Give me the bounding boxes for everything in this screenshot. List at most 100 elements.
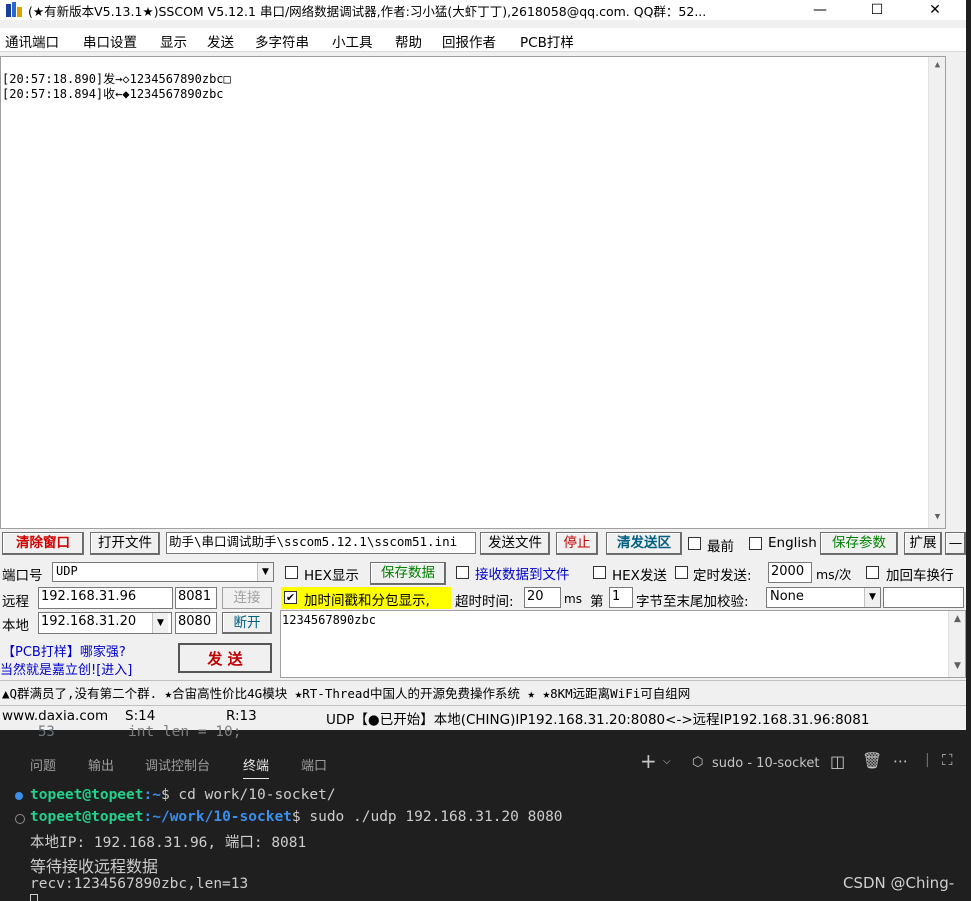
panel-tabs: 问题 输出 调试控制台 终端 端口: [0, 755, 971, 779]
timestamp-label: 加时间戳和分包显示,: [304, 593, 430, 609]
app-icon: [6, 2, 22, 17]
terminal-line: topeet@topeet:~/work/10-socket$ sudo ./u…: [30, 809, 563, 825]
scroll-up-icon[interactable]: ▲: [929, 60, 946, 70]
save-data-button[interactable]: 保存数据: [370, 562, 446, 585]
terminal-panel: 53 int len = 10; 问题 输出 调试控制台 终端 端口 + ⌵ ⬡…: [0, 724, 971, 901]
nth-field[interactable]: 1: [609, 587, 633, 608]
port-dropdown[interactable]: UDP ▼: [52, 562, 274, 582]
hex-send-checkbox[interactable]: [593, 566, 606, 579]
receive-area[interactable]: [20:57:18.890]发→◇1234567890zbc□ [20:57:1…: [0, 56, 946, 529]
stop-button[interactable]: 停止: [556, 532, 598, 555]
chevron-down-icon[interactable]: ▼: [152, 613, 168, 633]
recv-to-file-label: 接收数据到文件: [475, 567, 570, 583]
split-terminal-icon[interactable]: ◫: [830, 752, 845, 771]
disconnect-button[interactable]: 断开: [222, 612, 272, 634]
tab-terminal[interactable]: 终端: [243, 755, 270, 779]
remote-port-field[interactable]: 8081: [175, 587, 217, 609]
maximize-panel-icon[interactable]: ⛶: [942, 751, 953, 769]
tab-output[interactable]: 输出: [88, 755, 114, 774]
open-file-button[interactable]: 打开文件: [90, 532, 160, 555]
prompt-user: topeet@topeet: [30, 787, 144, 803]
timeout-field[interactable]: 20: [524, 587, 561, 608]
last-checkbox[interactable]: [688, 537, 701, 550]
local-port-field[interactable]: 8080: [175, 612, 217, 634]
crlf-checkbox[interactable]: [866, 566, 879, 579]
menu-bar: 通讯端口 串口设置 显示 发送 多字符串 小工具 帮助 回报作者 PCB打样: [0, 28, 966, 52]
command-running-dot-icon[interactable]: [15, 814, 25, 824]
recv-to-file-checkbox[interactable]: [456, 566, 469, 579]
menu-pcb[interactable]: PCB打样: [520, 31, 574, 51]
watermark: CSDN @Ching-: [843, 874, 955, 892]
pcb-ad-line1[interactable]: 【PCB打样】哪家强?: [2, 641, 126, 660]
tab-problems[interactable]: 问题: [30, 755, 56, 774]
remote-ip-field[interactable]: 192.168.31.96: [38, 587, 173, 609]
timestamp-option[interactable]: ✔ 加时间戳和分包显示,: [281, 587, 451, 609]
timed-send-checkbox[interactable]: [675, 566, 688, 579]
editor-line-number: 53: [38, 724, 55, 740]
english-checkbox[interactable]: [749, 537, 762, 550]
menu-send[interactable]: 发送: [207, 31, 234, 51]
tab-debug-console[interactable]: 调试控制台: [145, 755, 210, 774]
pcb-ad-line2[interactable]: 当然就是嘉立创![进入]: [0, 659, 132, 678]
interval-field[interactable]: 2000: [768, 562, 812, 583]
close-button[interactable]: ✕: [910, 0, 960, 20]
port-label: 端口号: [2, 568, 43, 584]
scroll-down-icon[interactable]: ▼: [929, 512, 946, 522]
save-params-button[interactable]: 保存参数: [820, 532, 898, 555]
scroll-up-icon[interactable]: ▲: [949, 614, 966, 624]
hex-display-checkbox[interactable]: [285, 566, 298, 579]
scroll-down-icon[interactable]: ▼: [949, 661, 966, 671]
prompt-user: topeet@topeet: [30, 809, 144, 825]
file-path-field[interactable]: 助手\串口调试助手\sscom5.12.1\sscom51.ini: [166, 532, 476, 554]
trash-icon[interactable]: 🗑: [862, 751, 882, 770]
clear-send-button[interactable]: 清发送区: [606, 532, 682, 555]
tab-ports[interactable]: 端口: [301, 755, 327, 774]
byte-to-end-label: 字节至末尾加校验:: [636, 594, 749, 610]
checksum-extra-field[interactable]: [883, 587, 964, 608]
add-terminal-icon[interactable]: +: [640, 749, 657, 773]
menu-multi-string[interactable]: 多字符串: [255, 31, 309, 51]
expand-button[interactable]: 扩展: [904, 532, 942, 555]
log-line: [20:57:18.890]发→◇1234567890zbc□: [2, 72, 231, 86]
chevron-down-icon[interactable]: ▼: [257, 563, 273, 581]
menu-help[interactable]: 帮助: [395, 31, 422, 51]
ticker-text[interactable]: ▲Q群满员了,没有第二个群. ★合宙高性价比4G模块 ★RT-Thread中国人…: [2, 683, 690, 702]
more-actions-icon[interactable]: ⋯: [893, 752, 908, 770]
menu-serial-settings[interactable]: 串口设置: [83, 31, 137, 51]
send-scrollbar[interactable]: ▲ ▼: [948, 611, 965, 677]
receive-scrollbar[interactable]: ▲ ▼: [928, 57, 945, 528]
collapse-button[interactable]: —: [945, 532, 966, 555]
status-recv: R:13: [226, 708, 257, 724]
status-site[interactable]: www.daxia.com: [2, 708, 108, 724]
send-file-button[interactable]: 发送文件: [480, 532, 550, 555]
maximize-button[interactable]: ☐: [852, 0, 902, 20]
checksum-dropdown[interactable]: None ▼: [766, 587, 881, 608]
timestamp-checkbox[interactable]: ✔: [284, 591, 297, 604]
chevron-down-icon[interactable]: ⌵: [663, 756, 671, 767]
divider-icon: |: [925, 752, 930, 768]
local-ip-value: 192.168.31.20: [41, 614, 137, 629]
terminal-session-name[interactable]: sudo - 10-socket: [712, 756, 819, 771]
status-sent: S:14: [125, 708, 156, 724]
send-text: 1234567890zbc: [282, 613, 376, 627]
remote-label: 远程: [2, 594, 29, 610]
title-bar: (★有新版本V5.13.1★)SSCOM V5.12.1 串口/网络数据调试器,…: [0, 0, 966, 20]
command-success-dot-icon[interactable]: [15, 792, 23, 800]
prompt-path: :~: [143, 787, 161, 803]
menu-display[interactable]: 显示: [160, 31, 187, 51]
send-button[interactable]: 发 送: [178, 643, 272, 673]
checksum-value: None: [770, 589, 804, 604]
timeout-label: 超时时间:: [455, 594, 514, 610]
menu-tools[interactable]: 小工具: [332, 31, 373, 51]
crlf-label: 加回车换行: [886, 568, 954, 584]
minimize-button[interactable]: —: [795, 0, 845, 20]
ticker-bar: ▲Q群满员了,没有第二个群. ★合宙高性价比4G模块 ★RT-Thread中国人…: [0, 680, 966, 702]
chevron-down-icon[interactable]: ▼: [864, 588, 880, 607]
menu-report-author[interactable]: 回报作者: [442, 31, 496, 51]
menu-comm-port[interactable]: 通讯端口: [5, 31, 59, 51]
terminal-output: 等待接收远程数据: [30, 857, 159, 876]
timed-send-label: 定时发送:: [693, 568, 752, 584]
clear-window-button[interactable]: 清除窗口: [2, 532, 84, 555]
connect-button[interactable]: 连接: [222, 587, 272, 609]
send-area[interactable]: 1234567890zbc ▲ ▼: [280, 610, 966, 678]
